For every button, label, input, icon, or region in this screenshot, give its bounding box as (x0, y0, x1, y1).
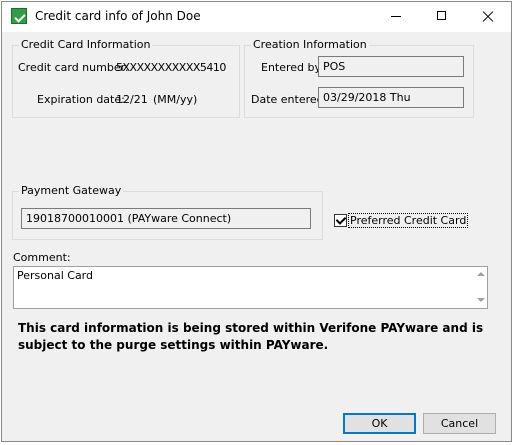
scroll-up-icon[interactable] (477, 272, 485, 276)
title-bar[interactable]: Credit card info of John Doe (2, 2, 511, 32)
payment-gateway-field[interactable]: 19018700010001 (PAYware Connect) (21, 208, 311, 229)
preferred-checkbox[interactable] (334, 214, 347, 227)
date-entered-field[interactable]: 03/29/2018 Thu (318, 87, 464, 108)
minimize-icon[interactable] (373, 2, 419, 32)
purge-notice: This card information is being stored wi… (18, 321, 484, 352)
window-title: Credit card info of John Doe (35, 9, 201, 23)
comment-scrollbar[interactable] (476, 268, 486, 307)
payment-gateway-legend: Payment Gateway (21, 184, 122, 197)
credit-card-info-legend: Credit Card Information (21, 38, 151, 51)
card-number-label: Credit card number: (18, 61, 129, 74)
entered-by-field[interactable]: POS (318, 56, 464, 77)
entered-by-label: Entered by: (261, 61, 324, 74)
preferred-label[interactable]: Preferred Credit Card (348, 213, 469, 228)
expiration-format: (MM/yy) (153, 93, 198, 106)
credit-card-info-group: Credit Card Information (12, 39, 240, 118)
date-entered-label: Date entered: (251, 93, 328, 106)
maximize-icon[interactable] (419, 2, 465, 32)
ok-button[interactable]: OK (343, 413, 416, 434)
comment-label: Comment: (13, 251, 71, 264)
expiration-label: Expiration date: (37, 93, 125, 106)
app-icon (11, 8, 27, 24)
creation-info-legend: Creation Information (253, 38, 367, 51)
card-number-value: 5XXXXXXXXXXX5410 (116, 61, 226, 74)
scroll-down-icon[interactable] (477, 298, 485, 302)
cancel-button[interactable]: Cancel (423, 413, 496, 434)
expiration-value: 12/21 (116, 93, 148, 106)
dialog-window: Credit card info of John Doe Credit Card… (1, 1, 512, 442)
close-icon[interactable] (465, 2, 511, 32)
comment-input[interactable] (13, 266, 488, 309)
